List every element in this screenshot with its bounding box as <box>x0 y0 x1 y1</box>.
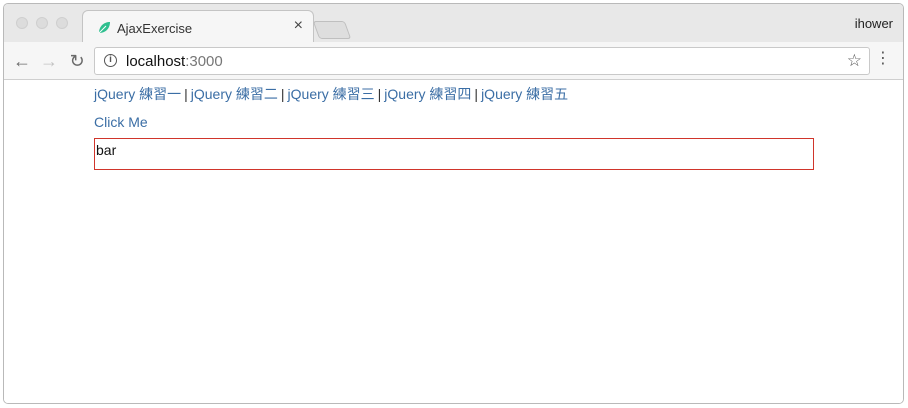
back-arrow-icon[interactable]: ← <box>12 51 32 71</box>
link-exercise-2[interactable]: jQuery 練習二 <box>191 86 278 102</box>
link-separator: | <box>184 86 188 102</box>
link-exercise-3[interactable]: jQuery 練習三 <box>288 86 375 102</box>
link-separator: | <box>280 86 285 102</box>
link-separator: | <box>474 86 479 102</box>
toolbar: ← → ↻ i localhost:3000 ☆ ⋮ <box>4 42 903 80</box>
info-icon[interactable]: i <box>104 54 117 67</box>
browser-window: AjaxExercise × ihower ← → ↻ i localhost:… <box>3 3 904 404</box>
click-me-link[interactable]: Click Me <box>94 114 148 130</box>
url-text[interactable]: localhost:3000 <box>126 53 223 70</box>
link-separator: | <box>377 86 382 102</box>
exercise-links: jQuery 練習一 | jQuery 練習二 | jQuery 練習三 | jQuery … <box>94 84 568 104</box>
url-port: :3000 <box>185 53 223 70</box>
page-content: jQuery 練習一 | jQuery 練習二 | jQuery 練習三 | jQuery … <box>4 80 903 403</box>
minimize-window-button[interactable] <box>36 17 48 29</box>
leaf-icon <box>98 22 110 34</box>
bookmark-star-icon[interactable]: ☆ <box>847 51 862 71</box>
address-bar[interactable]: i localhost:3000 ☆ <box>94 47 870 75</box>
link-exercise-5[interactable]: jQuery 練習五 <box>481 86 568 102</box>
close-window-button[interactable] <box>16 17 28 29</box>
link-exercise-1[interactable]: jQuery 練習一 <box>94 86 181 102</box>
url-host: localhost <box>126 53 186 70</box>
link-exercise-4[interactable]: jQuery 練習四 <box>384 86 471 102</box>
forward-arrow-icon[interactable]: → <box>39 51 59 71</box>
tab-ajaxexercise[interactable]: AjaxExercise × <box>82 10 314 43</box>
close-tab-icon[interactable]: × <box>294 17 303 34</box>
menu-dots-icon[interactable]: ⋮ <box>875 51 891 67</box>
result-box: bar <box>94 138 814 170</box>
title-bar: AjaxExercise × ihower <box>4 4 903 43</box>
zoom-window-button[interactable] <box>56 17 68 29</box>
profile-name[interactable]: ihower <box>855 16 893 31</box>
result-text: bar <box>96 142 117 158</box>
reload-icon[interactable]: ↻ <box>67 51 87 71</box>
tab-title: AjaxExercise <box>117 21 193 36</box>
new-tab-button[interactable] <box>312 21 352 39</box>
